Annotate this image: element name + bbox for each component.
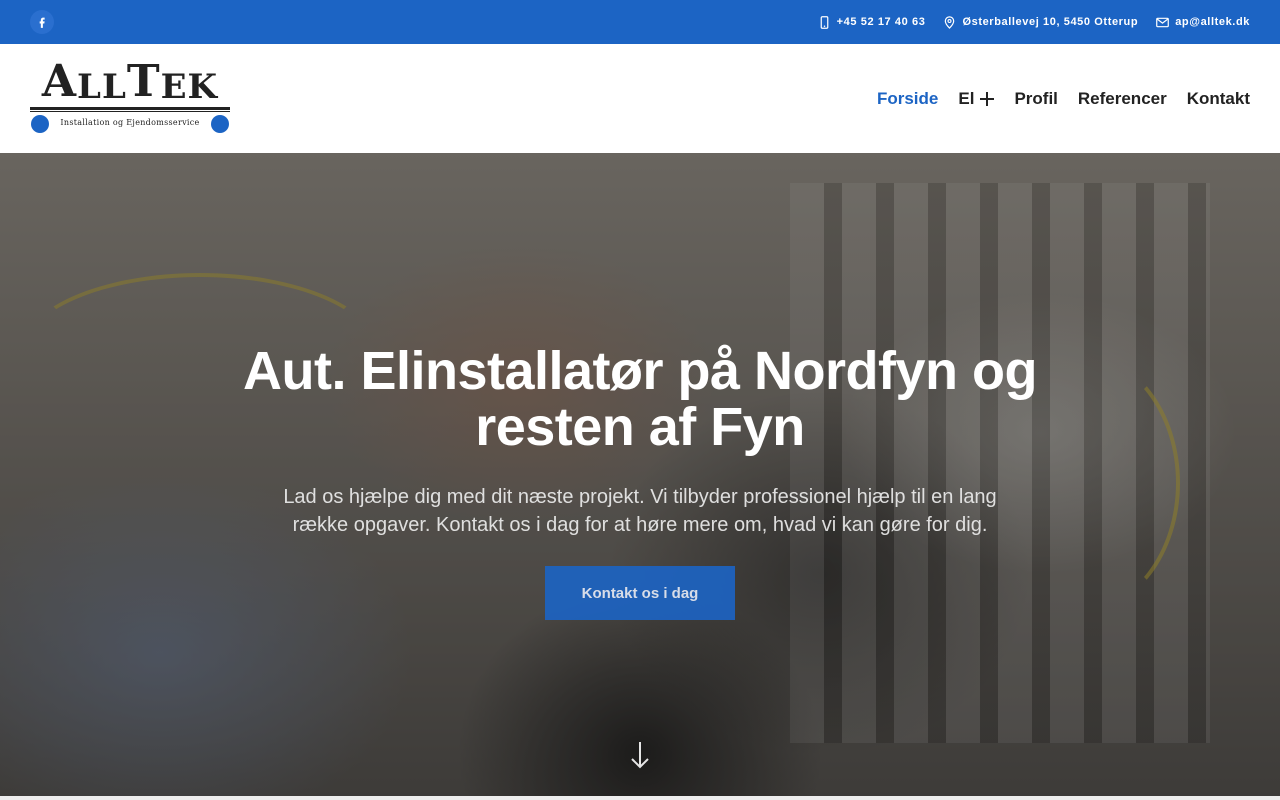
nav-item-kontakt[interactable]: Kontakt — [1187, 89, 1250, 109]
page-bottom-edge — [0, 796, 1280, 800]
logo-rule-thin — [30, 111, 230, 112]
nav-item-referencer[interactable]: Referencer — [1078, 89, 1167, 109]
wave-icon — [31, 115, 49, 133]
hero-overlay — [0, 153, 1280, 796]
logo-rule — [30, 107, 230, 110]
logo-tagline: Installation og Ejendomsservice — [60, 118, 200, 127]
nav-item-forside[interactable]: Forside — [877, 89, 938, 109]
phone-link[interactable]: +45 52 17 40 63 — [818, 15, 926, 29]
location-pin-icon — [945, 15, 955, 29]
site-header: A LL T EK Installation og Ejendomsservice F… — [0, 44, 1280, 153]
address-text: Østerballevej 10, 5450 Otterup — [962, 16, 1139, 28]
nav-label: Kontakt — [1186, 88, 1250, 108]
facebook-icon[interactable] — [30, 10, 54, 34]
nav-item-el[interactable]: El — [958, 88, 995, 109]
email-link[interactable]: ap@alltek.dk — [1156, 16, 1250, 29]
nav-label: Profil — [1014, 88, 1058, 108]
email-text: ap@alltek.dk — [1175, 16, 1250, 28]
nav-label: Forside — [876, 88, 939, 108]
contact-cta-button[interactable]: Kontakt os i dag — [545, 566, 735, 620]
main-nav: Forside El Profil Referencer Kontakt — [877, 44, 1250, 153]
alltek-logo[interactable]: A LL T EK Installation og Ejendomsservice — [30, 56, 230, 134]
nav-label: El — [958, 88, 975, 108]
contact-info: +45 52 17 40 63 Østerballevej 10, 5450 O… — [818, 0, 1250, 44]
nav-label: Referencer — [1077, 88, 1167, 108]
nav-item-profil[interactable]: Profil — [1014, 89, 1057, 109]
logo-wordmark: A LL T EK — [41, 56, 219, 107]
phone-text: +45 52 17 40 63 — [836, 16, 926, 28]
house-icon — [211, 115, 229, 133]
envelope-icon — [1156, 17, 1170, 27]
address-link[interactable]: Østerballevej 10, 5450 Otterup — [943, 15, 1139, 29]
hero-section: Aut. Elinstallatør på Nordfyn og resten … — [0, 153, 1280, 796]
arrow-down-icon[interactable] — [628, 739, 652, 771]
plus-icon[interactable] — [980, 91, 995, 106]
hero-subtitle: Lad os hjælpe dig med dit næste projekt.… — [283, 486, 997, 536]
hero-title: Aut. Elinstallatør på Nordfyn og resten … — [242, 341, 1038, 457]
phone-icon — [820, 15, 828, 29]
top-bar: +45 52 17 40 63 Østerballevej 10, 5450 O… — [0, 0, 1280, 44]
